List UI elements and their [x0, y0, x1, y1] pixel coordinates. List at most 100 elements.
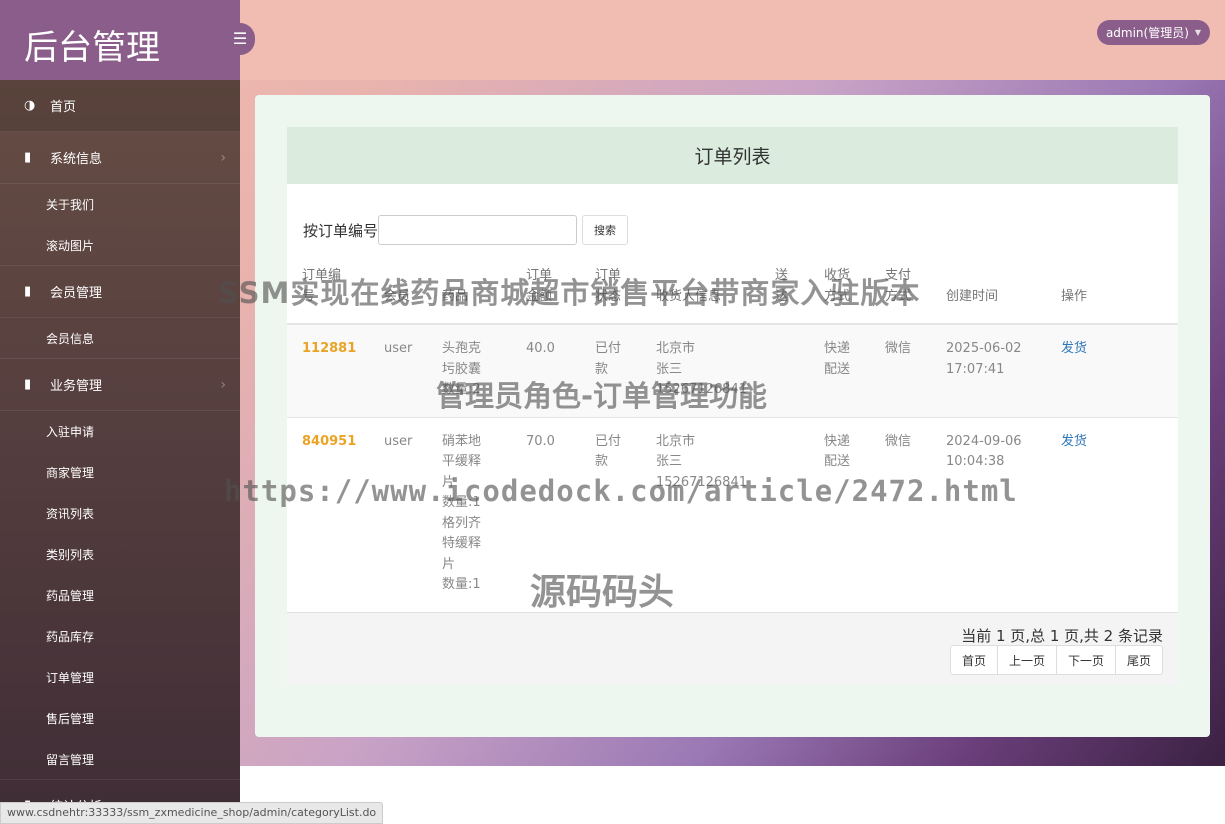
sidebar-toggle-button[interactable]: ☰: [225, 23, 255, 55]
cell-ship-method: 快递 配送: [809, 324, 870, 418]
pagination-summary: 当前 1 页,总 1 页,共 2 条记录: [961, 627, 1163, 645]
drug-line: 平缓释: [442, 454, 482, 469]
order-no: 112881: [302, 341, 357, 356]
member: user: [384, 341, 413, 356]
sidebar-item-label: 售后管理: [46, 712, 95, 726]
dashboard-icon: ◑: [24, 98, 36, 113]
cell-pay: 微信: [870, 417, 931, 614]
watermark-brand: 源码码头: [530, 572, 675, 613]
created-date: 2024-09-06: [946, 433, 1022, 449]
sidebar-item-label: 商家管理: [46, 466, 95, 480]
first-page-button[interactable]: 首页: [949, 645, 998, 675]
sidebar-item-label: 关于我们: [46, 198, 95, 212]
sidebar-item-label: 会员管理: [50, 286, 103, 301]
sidebar-item-label: 首页: [50, 100, 77, 115]
pagination-area: 当前 1 页,总 1 页,共 2 条记录 首页 上一页 下一页 尾页: [287, 612, 1178, 685]
cell-created: 2025-06-02 17:07:41: [931, 324, 1046, 418]
cell-order-no: 840951: [287, 417, 369, 614]
last-page-button[interactable]: 尾页: [1114, 645, 1163, 675]
sidebar-item-merchants[interactable]: 商家管理: [0, 452, 240, 493]
sidebar-item-inventory[interactable]: 药品库存: [0, 616, 240, 657]
cell-created: 2024-09-06 10:04:38: [931, 417, 1046, 614]
ship-link[interactable]: 发货: [1061, 341, 1087, 356]
sidebar-item-apply[interactable]: 入驻申请: [0, 411, 240, 452]
col-label: 操作: [1061, 289, 1088, 304]
pay: 微信: [885, 341, 912, 356]
order-no: 840951: [302, 433, 357, 449]
sidebar-group-system[interactable]: ▮ 系统信息 ›: [0, 132, 240, 184]
user-menu-button[interactable]: admin(管理员) ▼: [1097, 20, 1210, 45]
sidebar: 后台管理 ◑ 首页 ▮ 系统信息 › 关于我们 滚动图片 ▮ 会员管理 会员信息…: [0, 0, 240, 824]
button-label: 上一页: [1008, 653, 1045, 668]
sidebar-item-drugs[interactable]: 药品管理: [0, 575, 240, 616]
created-time: 17:07:41: [946, 361, 1005, 377]
caret-down-icon: ▼: [1194, 28, 1202, 37]
receiver-line: 北京市: [656, 341, 696, 356]
next-page-button[interactable]: 下一页: [1055, 645, 1116, 675]
ship-line: 快递: [824, 341, 851, 356]
receiver-line: 北京市: [656, 433, 696, 449]
status-line: 已付: [595, 341, 622, 356]
sidebar-item-label: 订单管理: [46, 671, 95, 685]
watermark-title: SSM实现在线药品商城超市销售平台带商家入驻版本: [218, 276, 921, 310]
sidebar-item-member-info[interactable]: 会员信息: [0, 318, 240, 359]
sidebar-item-label: 系统信息: [50, 152, 103, 167]
sidebar-item-label: 类别列表: [46, 548, 95, 562]
cell-action: 发货: [1046, 417, 1178, 614]
sidebar-item-after-sales[interactable]: 售后管理: [0, 698, 240, 739]
sidebar-item-label: 药品库存: [46, 630, 95, 644]
sidebar-item-home[interactable]: ◑ 首页: [0, 80, 240, 132]
ship-link[interactable]: 发货: [1061, 434, 1087, 449]
receiver-line: 张三: [656, 454, 683, 469]
cell-delivery: [760, 324, 809, 418]
sidebar-item-about[interactable]: 关于我们: [0, 184, 240, 225]
ship-line: 快递: [824, 433, 851, 449]
button-label: 下一页: [1067, 653, 1104, 668]
drug-line: 头孢克: [442, 341, 482, 356]
button-label: 首页: [961, 653, 986, 668]
search-button[interactable]: 搜索: [582, 215, 629, 245]
app-title-text: 后台管理: [24, 28, 160, 68]
sidebar-group-business[interactable]: ▮ 业务管理 ›: [0, 359, 240, 411]
page-title-text: 订单列表: [694, 146, 771, 168]
created-time: 10:04:38: [946, 454, 1005, 469]
sidebar-item-news[interactable]: 资讯列表: [0, 493, 240, 534]
sidebar-item-label: 入驻申请: [46, 425, 95, 439]
amount: 40.0: [526, 341, 555, 356]
status-line: 已付: [595, 433, 622, 449]
col-created: 创建时间: [931, 265, 1046, 325]
cell-delivery: [760, 417, 809, 614]
cell-member: user: [369, 417, 427, 614]
search-row: 按订单编号 搜索: [303, 215, 629, 245]
cell-ship-method: 快递 配送: [809, 417, 870, 614]
drug-line: 格列齐: [442, 515, 482, 531]
book-icon: ▮: [24, 150, 32, 165]
pay: 微信: [885, 433, 912, 449]
col-action: 操作: [1046, 265, 1178, 325]
drug-line: 片: [442, 556, 456, 572]
chevron-right-icon: ›: [220, 376, 226, 393]
sidebar-group-members[interactable]: ▮ 会员管理: [0, 266, 240, 318]
search-input[interactable]: [378, 215, 578, 245]
sidebar-item-categories[interactable]: 类别列表: [0, 534, 240, 575]
drug-line: 数量:1: [442, 577, 481, 592]
sidebar-item-carousel[interactable]: 滚动图片: [0, 225, 240, 266]
status-bar-url: www.csdnehtr:33333/ssm_zxmedicine_shop/a…: [0, 802, 384, 824]
cell-drug: 硝苯地 平缓释 片 数量:1 格列齐 特缓释 片 数量:1: [427, 417, 511, 614]
sidebar-item-orders[interactable]: 订单管理: [0, 657, 240, 698]
orders-table: 订单编号 会员 药品 订单金额 订单状态 收货人信息 送达 收货方式 支付方式 …: [287, 265, 1178, 614]
book-icon: ▮: [24, 284, 32, 299]
sidebar-item-label: 药品管理: [46, 589, 95, 603]
chevron-right-icon: ›: [220, 149, 226, 166]
status-line: 款: [595, 454, 609, 469]
top-bar: [240, 0, 1225, 80]
pagination: 首页 上一页 下一页 尾页: [949, 645, 1163, 675]
search-button-label: 搜索: [594, 224, 617, 237]
sidebar-item-messages[interactable]: 留言管理: [0, 739, 240, 780]
menu-icon: ☰: [232, 29, 248, 48]
prev-page-button[interactable]: 上一页: [996, 645, 1057, 675]
sidebar-item-label: 留言管理: [46, 752, 95, 767]
sidebar-item-label: 业务管理: [50, 379, 103, 394]
sidebar-item-label: 滚动图片: [46, 238, 95, 253]
member: user: [384, 433, 413, 449]
